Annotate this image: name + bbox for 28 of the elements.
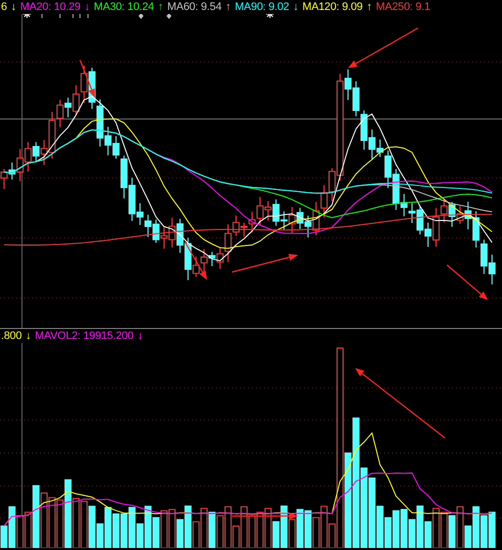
trend-arrow: ↓ xyxy=(84,0,90,14)
indicator-label: MA30: 10.24 xyxy=(94,0,154,14)
trend-arrow: ↑ xyxy=(366,0,372,14)
indicator-label: MAVOL2: 19915.200 xyxy=(34,329,134,343)
star-icon xyxy=(266,14,274,18)
indicator-label: .800 xyxy=(1,329,22,343)
annotation-arrow xyxy=(348,27,418,68)
star-icon xyxy=(23,14,31,18)
tick-mark xyxy=(72,14,74,18)
annotation-arrow xyxy=(79,60,95,98)
trend-arrow: ↓ xyxy=(10,0,16,14)
diamond-icon xyxy=(166,14,172,19)
indicator-label: MA90: 9.02 xyxy=(234,0,290,14)
annotation-arrow xyxy=(184,242,207,280)
trend-arrow: ↑ xyxy=(226,0,231,14)
trend-arrow: ↓ xyxy=(137,329,143,343)
trend-arrow: ↑ xyxy=(158,0,164,14)
indicator-label: 6 xyxy=(1,0,7,14)
diamond-icon xyxy=(138,14,144,19)
annotation-arrow xyxy=(232,254,298,273)
indicator-label: MA20: 10.29 xyxy=(20,0,80,14)
indicator-label: MA120: 9.09 xyxy=(302,0,363,14)
indicator-label: MA250: 9.1 xyxy=(376,0,430,14)
annotation-arrow xyxy=(446,264,488,300)
indicator-label: MA60: 9.54 xyxy=(167,0,222,14)
annotation-arrow xyxy=(232,512,298,520)
trend-arrow: ↓ xyxy=(293,0,298,14)
trend-arrow: ↓ xyxy=(26,329,31,343)
